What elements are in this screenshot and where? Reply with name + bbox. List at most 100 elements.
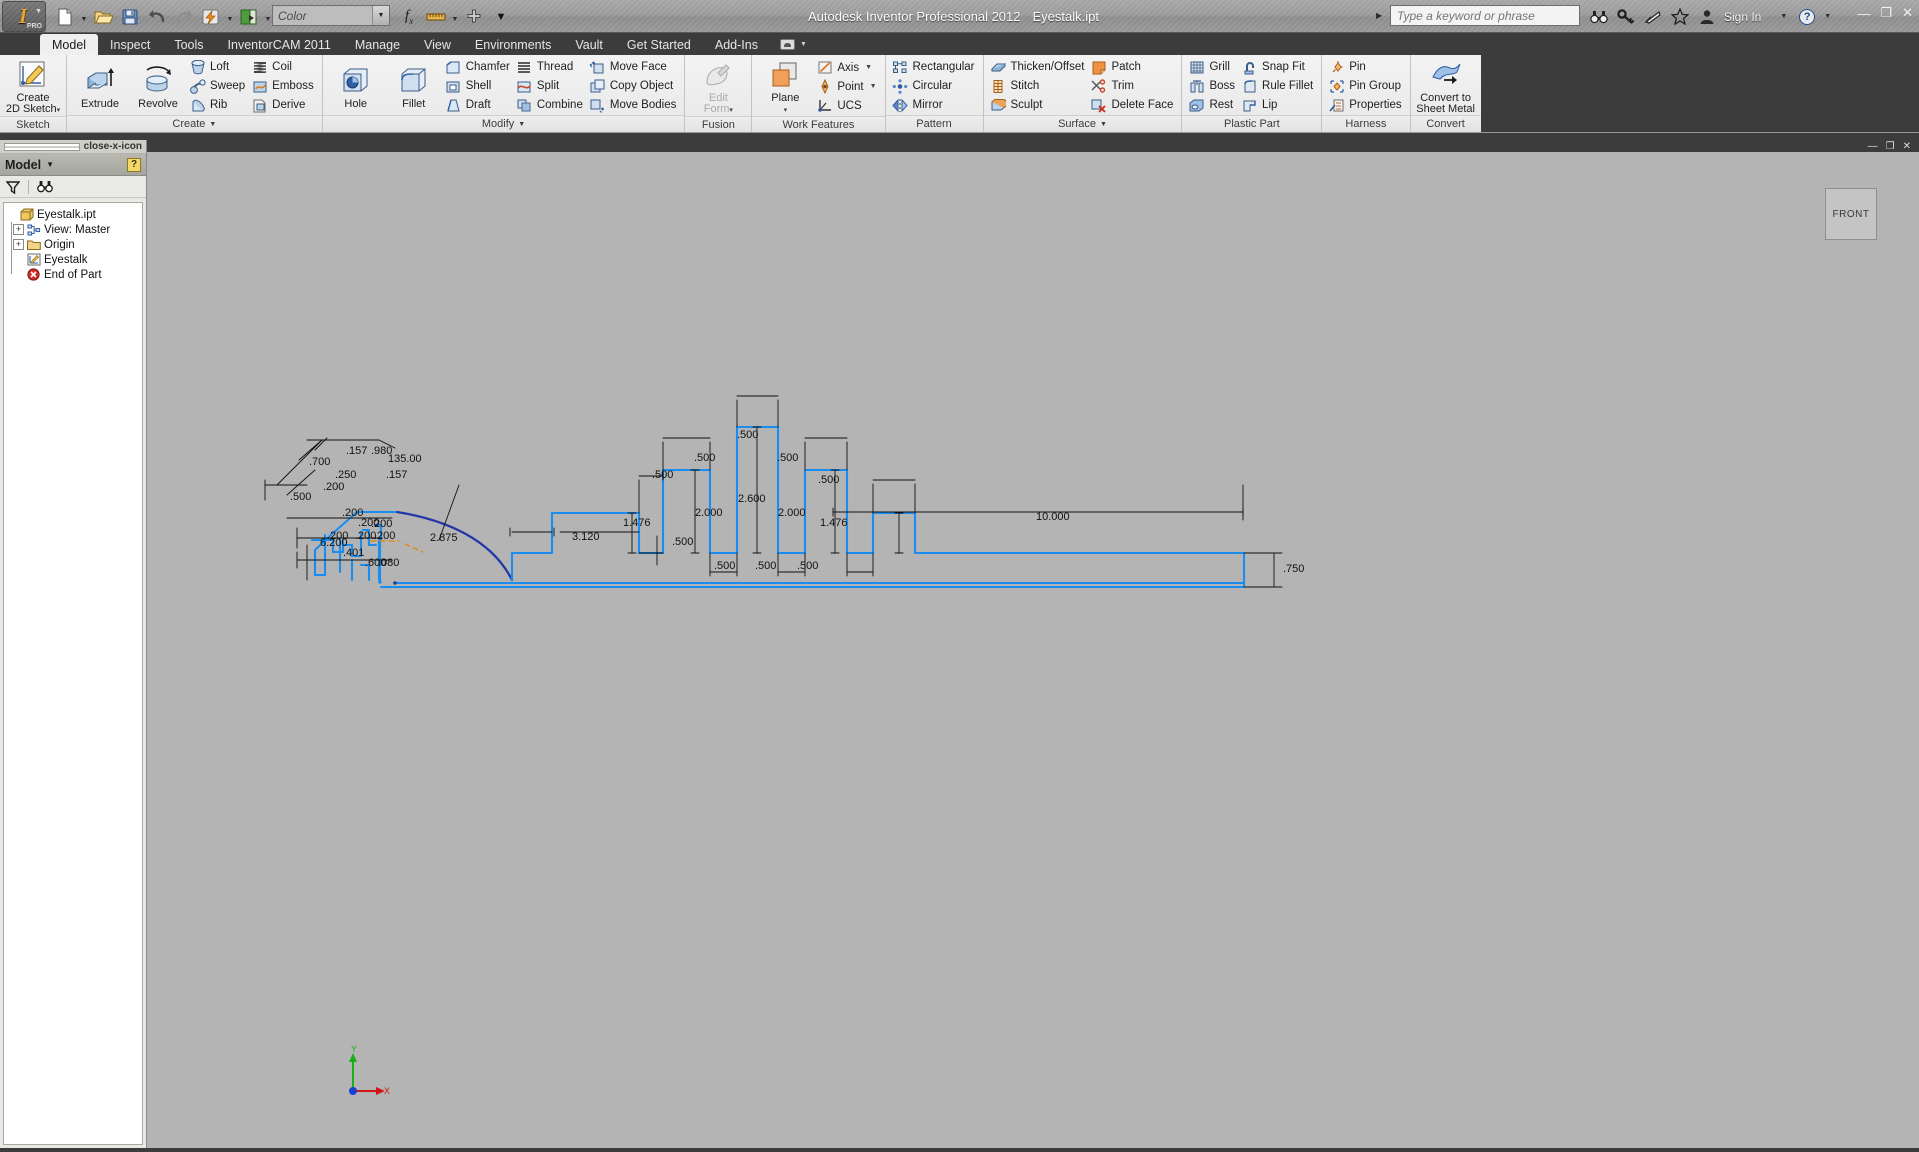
qat-overflow-button[interactable]: ▼ (488, 4, 514, 30)
move-face-button[interactable]: Move Face (587, 58, 680, 77)
open-document-button[interactable] (90, 4, 116, 30)
coil-button[interactable]: Coil (249, 58, 318, 77)
dim-2000-left[interactable]: 2.000 (695, 508, 723, 519)
minimize-button[interactable]: — (1857, 6, 1870, 21)
thread-button[interactable]: Thread (514, 58, 587, 77)
tree-node-eyestalk-sketch[interactable]: Eyestalk (13, 252, 140, 267)
browser-title-grip[interactable]: close-x-icon (0, 140, 146, 154)
dim-157-top[interactable]: .157 (346, 446, 367, 457)
expander-view-master[interactable]: + (13, 224, 24, 235)
rib-button[interactable]: Rib (187, 96, 249, 115)
pin-group-button[interactable]: Pin Group (1326, 77, 1405, 96)
binoculars-find-icon[interactable] (37, 180, 53, 193)
delete-face-button[interactable]: Delete Face (1088, 96, 1177, 115)
split-button[interactable]: Split (514, 77, 587, 96)
new-document-button[interactable] (52, 4, 78, 30)
color-style-caret-icon[interactable]: ▼ (372, 6, 389, 25)
return-button[interactable] (236, 4, 262, 30)
draft-button[interactable]: Draft (443, 96, 514, 115)
emboss-button[interactable]: Emboss (249, 77, 318, 96)
thicken-offset-button[interactable]: Thicken/Offset (988, 58, 1089, 77)
copy-object-button[interactable]: Copy Object (587, 77, 680, 96)
binoculars-icon[interactable] (1588, 6, 1610, 28)
dim-1476-right[interactable]: 1.476 (820, 518, 848, 529)
rectangular-pattern-button[interactable]: Rectangular (890, 58, 979, 77)
snap-fit-button[interactable]: Snap Fit (1239, 58, 1317, 77)
loft-button[interactable]: Loft (187, 58, 249, 77)
dim-500-p4-top[interactable]: .500 (777, 453, 798, 464)
close-x-icon[interactable]: close-x-icon (84, 141, 142, 152)
measure-button[interactable] (423, 4, 449, 30)
dim-200-d[interactable]: .200 (371, 519, 392, 530)
ribbon-display-options[interactable]: ▼ (770, 34, 817, 55)
browser-caret-icon[interactable]: ▼ (46, 160, 54, 169)
color-style-combobox[interactable]: Color ▼ (272, 5, 390, 26)
properties-button[interactable]: Properties (1326, 96, 1405, 115)
dim-500-p1-top[interactable]: .500 (652, 470, 673, 481)
stitch-button[interactable]: Stitch (988, 77, 1089, 96)
dim-2875-radius[interactable]: 2.875 (430, 533, 458, 544)
sweep-button[interactable]: Sweep (187, 77, 249, 96)
tab-vault[interactable]: Vault (563, 34, 615, 55)
dim-500-p4-bot[interactable]: .500 (797, 561, 818, 572)
work-point-caret-icon[interactable]: ▼ (870, 83, 877, 90)
redo-button[interactable] (171, 4, 197, 30)
boss-button[interactable]: Boss (1186, 77, 1239, 96)
tab-environments[interactable]: Environments (463, 34, 563, 55)
fillet-button[interactable]: Fillet (385, 63, 443, 110)
dim-135-angle[interactable]: 135.00 (388, 454, 422, 465)
dim-700-angled[interactable]: .700 (309, 457, 330, 468)
star-favorites-icon[interactable] (1669, 6, 1691, 28)
edit-form-button[interactable]: Edit Form▾ (689, 57, 747, 116)
sign-in-caret-icon[interactable]: ▼ (1780, 13, 1787, 20)
new-document-caret-icon[interactable]: ▼ (79, 4, 89, 30)
graphics-window[interactable]: — ❐ ✕ FRONT .700 .157 .980 135.00 .250 .… (147, 140, 1919, 1152)
dim-200-g[interactable]: .200 (374, 531, 395, 542)
sign-in-label[interactable]: Sign In (1724, 10, 1761, 24)
revolve-button[interactable]: Revolve (129, 63, 187, 110)
dim-157-lower[interactable]: .157 (386, 470, 407, 481)
work-axis-caret-icon[interactable]: ▼ (865, 64, 872, 71)
tab-manage[interactable]: Manage (343, 34, 412, 55)
browser-help-badge[interactable]: ? (127, 157, 141, 172)
dim-3120[interactable]: 3.120 (572, 532, 600, 543)
dim-500-p3-top[interactable]: .500 (737, 430, 758, 441)
satellite-dish-icon[interactable] (1642, 6, 1664, 28)
chamfer-button[interactable]: Chamfer (443, 58, 514, 77)
rest-button[interactable]: Rest (1186, 96, 1239, 115)
customize-qat-button[interactable] (461, 4, 487, 30)
tree-node-end-of-part[interactable]: End of Part (13, 267, 140, 282)
hole-button[interactable]: Hole (327, 63, 385, 110)
tab-tools[interactable]: Tools (162, 34, 215, 55)
dim-500-p2-bot[interactable]: .500 (714, 561, 735, 572)
search-box[interactable] (1390, 5, 1580, 26)
lip-button[interactable]: Lip (1239, 96, 1317, 115)
tab-get-started[interactable]: Get Started (615, 34, 703, 55)
derive-button[interactable]: Derive (249, 96, 318, 115)
update-caret-icon[interactable]: ▼ (225, 4, 235, 30)
dim-750[interactable]: .750 (1283, 564, 1304, 575)
search-input[interactable] (1391, 7, 1579, 24)
tree-node-view-master[interactable]: + View: Master (13, 222, 140, 237)
help-button[interactable]: ? (1799, 8, 1816, 25)
convert-to-sheet-metal-button[interactable]: Convert to Sheet Metal (1415, 57, 1477, 115)
measure-caret-icon[interactable]: ▼ (450, 4, 460, 30)
save-document-button[interactable] (117, 4, 143, 30)
tree-node-origin[interactable]: + Origin (13, 237, 140, 252)
restore-button[interactable]: ❐ (1880, 5, 1892, 21)
dim-401[interactable]: .401 (343, 548, 364, 559)
move-bodies-button[interactable]: Move Bodies (587, 96, 680, 115)
pin-button[interactable]: Pin (1326, 58, 1405, 77)
extrude-button[interactable]: Extrude (71, 63, 129, 110)
grill-button[interactable]: Grill (1186, 58, 1239, 77)
key-icon[interactable] (1615, 6, 1637, 28)
tab-view[interactable]: View (412, 34, 463, 55)
dim-250[interactable]: .250 (335, 470, 356, 481)
circular-pattern-button[interactable]: Circular (890, 77, 979, 96)
tree-node-part[interactable]: Eyestalk.ipt (6, 207, 140, 222)
sculpt-button[interactable]: Sculpt (988, 96, 1089, 115)
dim-500-p2-top[interactable]: .500 (694, 453, 715, 464)
undo-button[interactable] (144, 4, 170, 30)
create-2d-sketch-button[interactable]: Create 2D Sketch▾ (4, 57, 62, 116)
dim-500-left[interactable]: .500 (290, 492, 311, 503)
